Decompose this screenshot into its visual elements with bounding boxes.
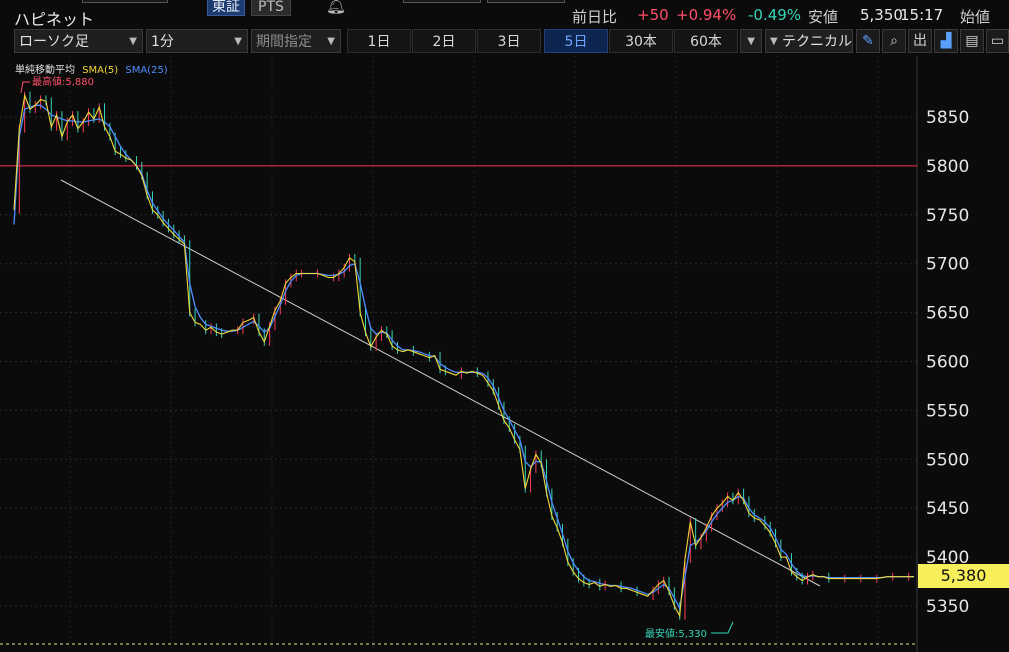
y-tick-label: 5600: [926, 353, 969, 373]
y-tick-label: 5500: [926, 450, 969, 470]
period-select[interactable]: 期間指定 ▼: [251, 29, 341, 53]
range-5d[interactable]: 5日: [544, 29, 608, 53]
tab-fragment[interactable]: [403, 0, 481, 3]
tab-fragment[interactable]: [487, 0, 565, 3]
change-pct: +0.94%: [676, 6, 737, 24]
y-tick-label: 5850: [926, 108, 969, 128]
chevron-down-icon: ▼: [129, 36, 137, 47]
chart-type-select[interactable]: ローソク足 ▼: [14, 29, 143, 53]
range-2d[interactable]: 2日: [412, 29, 476, 53]
y-tick-label: 5450: [926, 499, 969, 519]
chevron-down-icon: ▼: [234, 36, 242, 47]
chart-toolbar: ローソク足 ▼ 1分 ▼ 期間指定 ▼ 1日 2日 3日 5日 30本 60本 …: [0, 29, 1009, 55]
technical-button[interactable]: ▼ テクニカル: [765, 29, 853, 53]
y-tick-label: 5350: [926, 597, 969, 617]
output-icon[interactable]: 出: [908, 29, 932, 53]
quote-header: ハピネット 東証 PTS 🔔︎ 前日比 +50 +0.94% -0.49% 安値…: [0, 0, 1009, 29]
y-tick-label: 5650: [926, 304, 969, 324]
range-1d[interactable]: 1日: [347, 29, 411, 53]
interval-value: 1分: [151, 34, 174, 50]
draw-pen-icon[interactable]: ✎: [856, 29, 880, 53]
range-more-select[interactable]: ▼: [740, 29, 762, 53]
period-placeholder: 期間指定: [256, 34, 312, 50]
range-60-bars[interactable]: 60本: [674, 29, 738, 53]
folder-icon[interactable]: ▭: [986, 29, 1009, 53]
quote-time: 15:17: [900, 6, 944, 24]
chevron-down-icon: ▼: [327, 36, 335, 47]
low-label: 安値: [808, 8, 839, 26]
max-price-label: 最高値:5,880: [32, 75, 94, 88]
interval-select[interactable]: 1分 ▼: [146, 29, 248, 53]
legend-sma5[interactable]: SMA(5): [82, 65, 118, 76]
prev-day-label: 前日比: [572, 8, 618, 26]
current-price-tag: 5,380: [918, 564, 1009, 588]
alert-bell-icon[interactable]: 🔔︎: [325, 0, 347, 15]
legend-sma25[interactable]: SMA(25): [125, 65, 167, 76]
chart-background: [0, 56, 1009, 652]
chart-type-value: ローソク足: [19, 34, 89, 50]
area-chart-icon[interactable]: ▟: [934, 29, 958, 53]
price-chart[interactable]: 5350540054505500555056005650570057505800…: [0, 56, 1009, 652]
save-icon[interactable]: ▤: [960, 29, 984, 53]
open-label: 始値: [960, 8, 991, 26]
y-tick-label: 5550: [926, 401, 969, 421]
chevron-down-icon: ▼: [747, 36, 755, 47]
range-30-bars[interactable]: 30本: [609, 29, 673, 53]
stock-name: ハピネット: [14, 10, 95, 29]
min-price-label: 最安値:5,330: [645, 627, 707, 640]
y-tick-label: 5800: [926, 157, 969, 177]
technical-label: テクニカル: [782, 34, 852, 50]
y-tick-label: 5750: [926, 206, 969, 226]
low-value: 5,350: [860, 6, 903, 24]
market-tse-button[interactable]: 東証: [207, 0, 245, 16]
market-pts-button[interactable]: PTS: [251, 0, 291, 16]
legend-title: 単純移動平均: [15, 65, 75, 76]
tab-fragment[interactable]: [82, 0, 168, 3]
range-3d[interactable]: 3日: [477, 29, 541, 53]
change-other: -0.49%: [748, 6, 802, 24]
chart-legend: 単純移動平均 SMA(5) SMA(25): [15, 61, 168, 76]
chevron-down-icon: ▼: [770, 36, 778, 47]
y-tick-label: 5700: [926, 255, 969, 275]
change-abs: +50: [637, 6, 669, 24]
zoom-icon[interactable]: ⌕: [882, 29, 906, 53]
